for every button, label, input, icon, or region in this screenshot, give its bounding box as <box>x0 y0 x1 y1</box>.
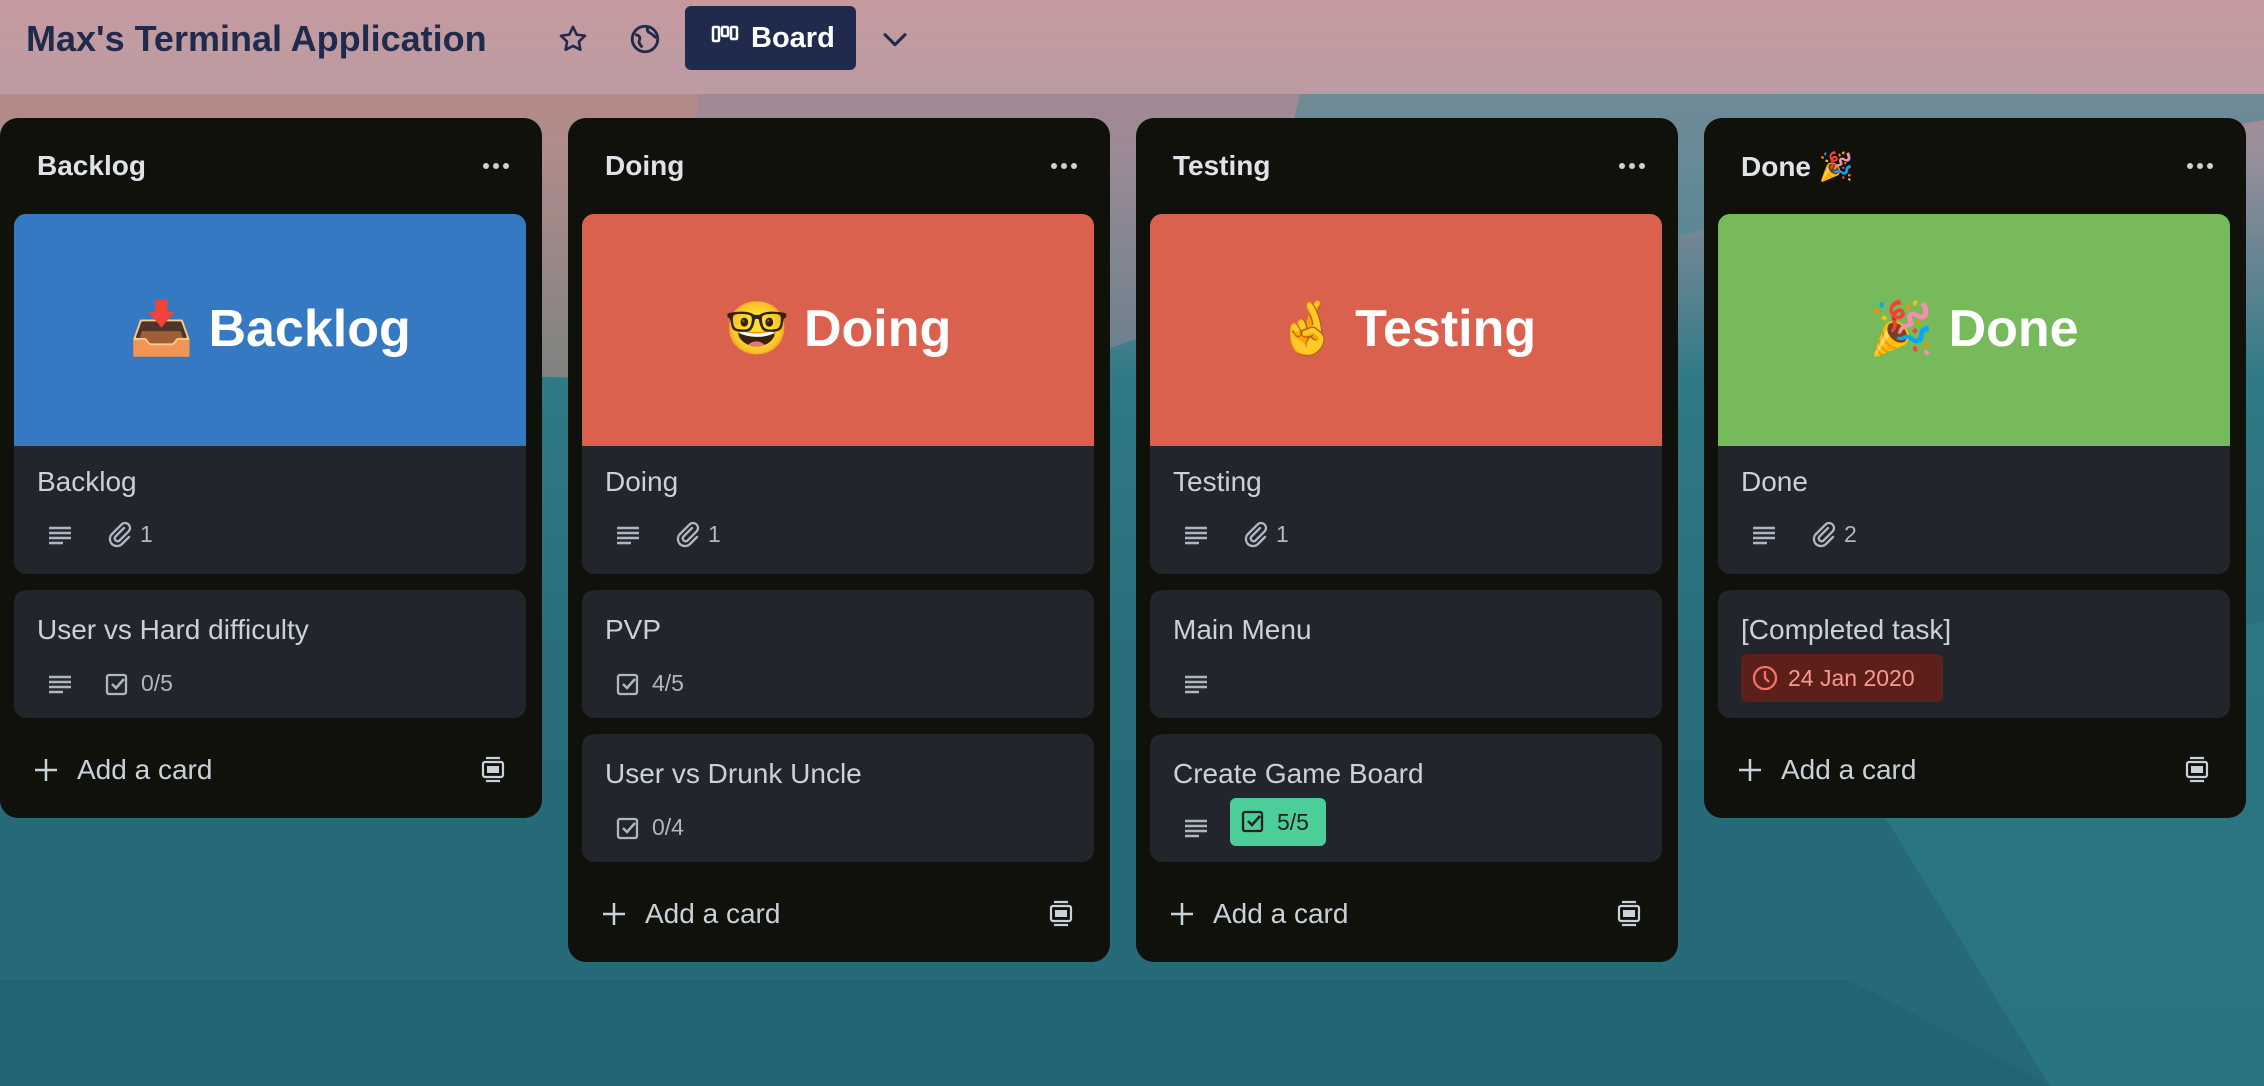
board-view-label: Board <box>751 22 835 54</box>
more-options-icon[interactable] <box>1046 156 1082 176</box>
description-icon <box>617 526 639 545</box>
checklist-icon <box>1241 810 1264 833</box>
globe-icon[interactable] <box>628 22 662 56</box>
list-title[interactable]: Done 🎉 <box>1741 150 1854 183</box>
card-title: Doing <box>605 466 679 497</box>
board-view-button[interactable]: Board <box>685 6 856 70</box>
card-title: Testing <box>1173 466 1262 497</box>
list-header: Backlog <box>0 118 542 214</box>
attachment-icon <box>1812 521 1836 548</box>
card-cover: 🎉 Done <box>1718 214 2230 446</box>
checklist-icon <box>616 673 639 696</box>
checklist-icon <box>616 817 639 840</box>
attachment-count: 1 <box>708 521 721 547</box>
add-card-button[interactable]: Add a card <box>568 884 1110 944</box>
card-title: Backlog <box>37 466 137 497</box>
create-from-template-icon[interactable] <box>1046 898 1076 928</box>
board-title[interactable]: Max's Terminal Application <box>26 18 487 60</box>
plus-icon <box>1739 759 1761 781</box>
card-cover-text: 🎉 Done <box>1869 300 2079 358</box>
star-icon[interactable] <box>556 22 590 56</box>
card-cover: 🤞 Testing <box>1150 214 1662 446</box>
board-view-icon <box>711 25 739 43</box>
card-title: Done <box>1741 466 1808 497</box>
checklist-progress: 4/5 <box>652 670 684 696</box>
card-cover-text: 🤞 Testing <box>1275 300 1537 358</box>
description-icon <box>1185 819 1207 838</box>
plus-icon <box>603 903 625 925</box>
list-title[interactable]: Testing <box>1173 150 1270 182</box>
attachment-count: 1 <box>1276 521 1289 547</box>
board-header: Max's Terminal Application Board <box>0 0 2264 94</box>
list-header: Testing <box>1136 118 1678 214</box>
due-date-badge[interactable]: 24 Jan 2020 <box>1741 654 1943 702</box>
list-doing: Doing 🤓 Doing Doing 1 PVP 4/5 User vs Dr… <box>568 118 1110 962</box>
checklist-progress: 0/5 <box>141 670 173 696</box>
description-icon <box>49 675 71 694</box>
card-title: PVP <box>605 614 662 645</box>
card[interactable]: [Completed task] 24 Jan 2020 <box>1718 590 2230 718</box>
add-card-button[interactable]: Add a card <box>1704 740 2246 800</box>
list-header: Doing <box>568 118 1110 214</box>
chevron-down-icon[interactable] <box>878 22 912 56</box>
list-backlog: Backlog 📥 Backlog Backlog 1 User vs Hard… <box>0 118 542 818</box>
list-title[interactable]: Doing <box>605 150 684 182</box>
card[interactable]: 🤓 Doing Doing 1 <box>582 214 1094 574</box>
add-card-button[interactable]: Add a card <box>0 740 542 800</box>
more-options-icon[interactable] <box>2182 156 2218 176</box>
description-icon <box>1753 526 1775 545</box>
card-cover-text: 🤓 Doing <box>724 300 952 358</box>
add-card-label: Add a card <box>645 898 781 929</box>
card[interactable]: 📥 Backlog Backlog 1 <box>14 214 526 574</box>
card[interactable]: User vs Hard difficulty 0/5 <box>14 590 526 718</box>
attachment-icon <box>1244 521 1268 548</box>
attachment-icon <box>108 521 132 548</box>
create-from-template-icon[interactable] <box>478 754 508 784</box>
list-done: Done 🎉 🎉 Done Done 2 [Completed task] 24… <box>1704 118 2246 818</box>
card-cover: 🤓 Doing <box>582 214 1094 446</box>
card[interactable]: 🎉 Done Done 2 <box>1718 214 2230 574</box>
due-date-text: 24 Jan 2020 <box>1788 665 1915 691</box>
checklist-progress: 0/4 <box>652 814 684 840</box>
description-icon <box>1185 526 1207 545</box>
list-header: Done 🎉 <box>1704 118 2246 214</box>
plus-icon <box>35 759 57 781</box>
card-title: User vs Drunk Uncle <box>605 758 862 789</box>
description-icon <box>1185 675 1207 694</box>
checklist-complete-badge: 5/5 <box>1230 798 1326 846</box>
create-from-template-icon[interactable] <box>2182 754 2212 784</box>
attachment-count: 2 <box>1844 521 1857 547</box>
more-options-icon[interactable] <box>478 156 514 176</box>
card-title: Create Game Board <box>1173 758 1424 789</box>
add-card-label: Add a card <box>77 754 213 785</box>
add-card-label: Add a card <box>1781 754 1917 785</box>
checklist-icon <box>105 673 128 696</box>
card[interactable]: User vs Drunk Uncle 0/4 <box>582 734 1094 862</box>
attachment-count: 1 <box>140 521 153 547</box>
card[interactable]: Create Game Board 5/5 <box>1150 734 1662 862</box>
attachment-icon <box>676 521 700 548</box>
add-card-button[interactable]: Add a card <box>1136 884 1678 944</box>
card[interactable]: 🤞 Testing Testing 1 <box>1150 214 1662 574</box>
card-cover: 📥 Backlog <box>14 214 526 446</box>
add-card-label: Add a card <box>1213 898 1349 929</box>
more-options-icon[interactable] <box>1614 156 1650 176</box>
card-title: [Completed task] <box>1741 614 1952 645</box>
card-cover-text: 📥 Backlog <box>129 300 411 358</box>
description-icon <box>49 526 71 545</box>
card[interactable]: Main Menu <box>1150 590 1662 718</box>
list-title[interactable]: Backlog <box>37 150 146 182</box>
card-title: Main Menu <box>1173 614 1312 645</box>
clock-icon <box>1752 665 1778 691</box>
checklist-progress: 5/5 <box>1277 809 1309 835</box>
list-testing: Testing 🤞 Testing Testing 1 Main Menu Cr… <box>1136 118 1678 962</box>
card-title: User vs Hard difficulty <box>37 614 309 645</box>
card[interactable]: PVP 4/5 <box>582 590 1094 718</box>
create-from-template-icon[interactable] <box>1614 898 1644 928</box>
plus-icon <box>1171 903 1193 925</box>
